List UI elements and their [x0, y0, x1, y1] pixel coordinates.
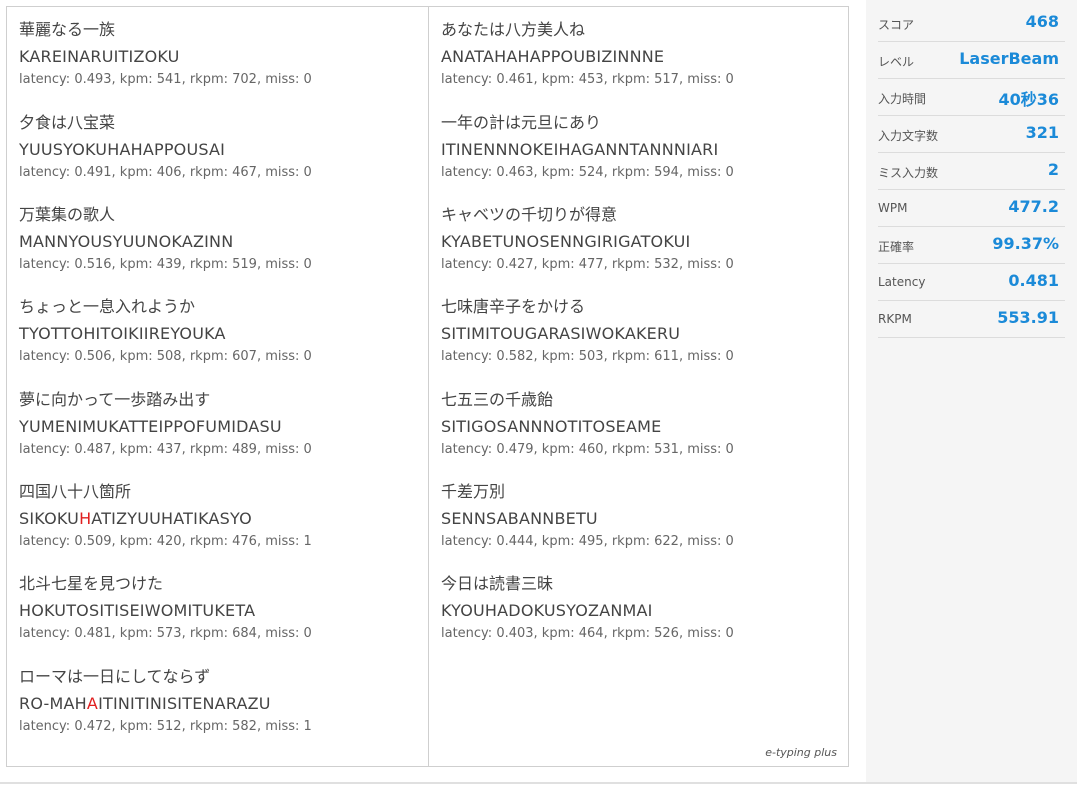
summary-value: 2: [1047, 160, 1059, 179]
japanese-text: 七五三の千歳飴: [441, 390, 554, 409]
romaji-text: TYOTTOHITOIKIIREYOUKA: [19, 324, 226, 343]
summary-label: 入力時間: [878, 92, 927, 106]
entry-stats: latency: 0.491, kpm: 406, rkpm: 467, mis…: [19, 165, 312, 180]
summary-row-miss-count: ミス入力数 2: [878, 154, 1065, 190]
japanese-text: 千差万別: [441, 482, 506, 501]
romaji-text: SITIMITOUGARASIWOKAKERU: [441, 324, 681, 343]
romaji-text: MANNYOUSYUUNOKAZINN: [19, 232, 234, 251]
romaji-text: ANATAHAHAPPOUBIZINNNE: [441, 47, 665, 66]
japanese-text: 七味唐辛子をかける: [441, 297, 586, 316]
romaji-text: SITIGOSANNNOTITOSEAME: [441, 417, 662, 436]
romaji-text: KYOUHADOKUSYOZANMAI: [441, 601, 653, 620]
results-panel: 華麗なる一族 KAREINARUITIZOKU latency: 0.493, …: [6, 6, 849, 767]
summary-value: LaserBeam: [959, 49, 1059, 68]
summary-label: 正確率: [878, 240, 915, 254]
entry-stats: latency: 0.516, kpm: 439, rkpm: 519, mis…: [19, 257, 312, 272]
romaji-text: HOKUTOSITISEIWOMITUKETA: [19, 601, 256, 620]
japanese-text: 華麗なる一族: [19, 20, 116, 39]
entry-stats: latency: 0.472, kpm: 512, rkpm: 582, mis…: [19, 719, 312, 734]
entry-stats: latency: 0.403, kpm: 464, rkpm: 526, mis…: [441, 626, 734, 641]
column-divider: [428, 7, 429, 766]
summary-row-accuracy: 正確率 99.37%: [878, 228, 1065, 264]
japanese-text: あなたは八方美人ね: [441, 20, 586, 39]
summary-value: 0.481: [1008, 271, 1059, 290]
entry-stats: latency: 0.487, kpm: 437, rkpm: 489, mis…: [19, 442, 312, 457]
summary-label: Latency: [878, 275, 926, 289]
japanese-text: 一年の計は元旦にあり: [441, 113, 602, 132]
romaji-miss-char: H: [79, 509, 92, 528]
romaji-typed: RO-MAH: [19, 694, 87, 713]
entry-stats: latency: 0.479, kpm: 460, rkpm: 531, mis…: [441, 442, 734, 457]
romaji-text: KYABETUNOSENNGIRIGATOKUI: [441, 232, 691, 251]
romaji-text: YUMENIMUKATTEIPPOFUMIDASU: [19, 417, 282, 436]
brand-label: e-typing plus: [765, 746, 837, 759]
japanese-text: キャベツの千切りが得意: [441, 205, 618, 224]
japanese-text: 夕食は八宝菜: [19, 113, 116, 132]
japanese-text: ローマは一日にしてならず: [19, 667, 211, 686]
romaji-text: SIKOKUHATIZYUUHATIKASYO: [19, 509, 252, 529]
romaji-text: ITINENNNOKEIHAGANNTANNNIARI: [441, 140, 719, 159]
romaji-rest: ATIZYUUHATIKASYO: [91, 509, 252, 528]
summary-label: 入力文字数: [878, 129, 939, 143]
entry-stats: latency: 0.444, kpm: 495, rkpm: 622, mis…: [441, 534, 734, 549]
summary-sidebar: スコア 468 レベル LaserBeam 入力時間 40秒36 入力文字数 3…: [866, 0, 1077, 782]
entry-stats: latency: 0.509, kpm: 420, rkpm: 476, mis…: [19, 534, 312, 549]
summary-row-score: スコア 468: [878, 6, 1065, 42]
summary-row-time: 入力時間 40秒36: [878, 80, 1065, 116]
summary-row-char-count: 入力文字数 321: [878, 117, 1065, 153]
summary-value: 99.37%: [992, 234, 1059, 253]
japanese-text: 夢に向かって一歩踏み出す: [19, 390, 211, 409]
entry-stats: latency: 0.427, kpm: 477, rkpm: 532, mis…: [441, 257, 734, 272]
summary-label: レベル: [878, 55, 915, 69]
romaji-text: SENNSABANNBETU: [441, 509, 598, 528]
romaji-miss-char: A: [86, 694, 99, 713]
entry-stats: latency: 0.481, kpm: 573, rkpm: 684, mis…: [19, 626, 312, 641]
summary-row-rkpm: RKPM 553.91: [878, 302, 1065, 338]
summary-value: 468: [1025, 12, 1059, 31]
summary-label: RKPM: [878, 312, 912, 326]
japanese-text: 北斗七星を見つけた: [19, 574, 164, 593]
romaji-text: YUUSYOKUHAHAPPOUSAI: [19, 140, 226, 159]
japanese-text: 四国八十八箇所: [19, 482, 132, 501]
summary-label: ミス入力数: [878, 166, 939, 180]
entry-stats: latency: 0.461, kpm: 453, rkpm: 517, mis…: [441, 72, 734, 87]
japanese-text: ちょっと一息入れようか: [19, 297, 196, 316]
summary-value: 40秒36: [998, 90, 1059, 109]
romaji-text: RO-MAHAITINITINISITENARAZU: [19, 694, 271, 714]
summary-value: 321: [1025, 123, 1059, 142]
summary-label: WPM: [878, 201, 908, 215]
summary-label: スコア: [878, 18, 915, 32]
romaji-rest: ITINITINISITENARAZU: [98, 694, 271, 713]
bottom-divider: [0, 782, 1077, 784]
japanese-text: 万葉集の歌人: [19, 205, 116, 224]
summary-value: 553.91: [997, 308, 1059, 327]
entry-stats: latency: 0.506, kpm: 508, rkpm: 607, mis…: [19, 349, 312, 364]
summary-row-wpm: WPM 477.2: [878, 191, 1065, 227]
entry-stats: latency: 0.463, kpm: 524, rkpm: 594, mis…: [441, 165, 734, 180]
romaji-typed: SIKOKU: [19, 509, 80, 528]
summary-row-level: レベル LaserBeam: [878, 43, 1065, 79]
summary-row-latency: Latency 0.481: [878, 265, 1065, 301]
japanese-text: 今日は読書三昧: [441, 574, 554, 593]
summary-value: 477.2: [1008, 197, 1059, 216]
entry-stats: latency: 0.582, kpm: 503, rkpm: 611, mis…: [441, 349, 734, 364]
romaji-text: KAREINARUITIZOKU: [19, 47, 180, 66]
entry-stats: latency: 0.493, kpm: 541, rkpm: 702, mis…: [19, 72, 312, 87]
